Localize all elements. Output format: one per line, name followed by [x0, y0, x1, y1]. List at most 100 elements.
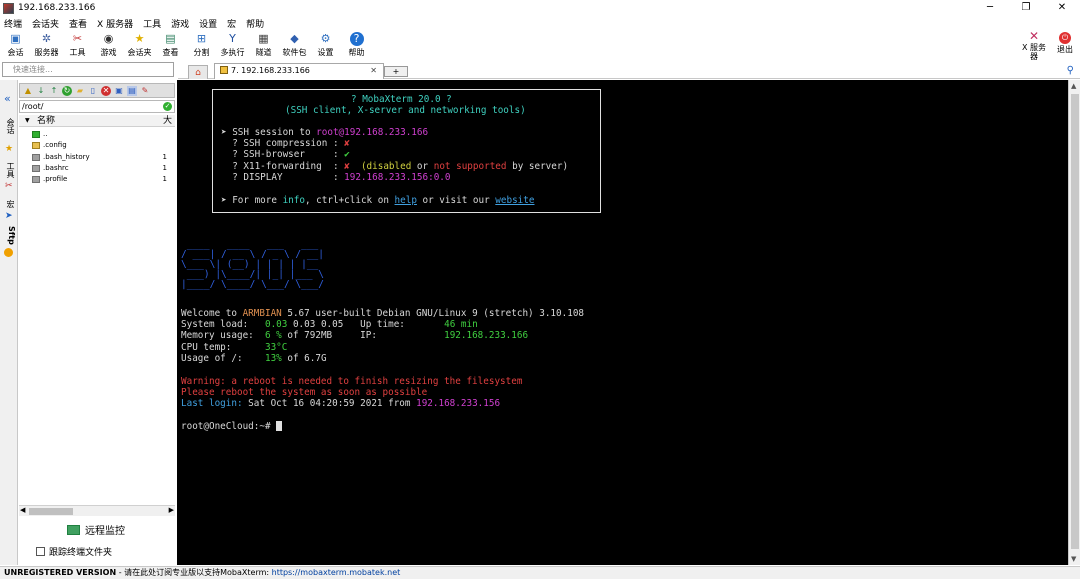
xserver-button[interactable]: ✕ X 服务 器	[1019, 29, 1049, 62]
toolbar: ▣ 会话 ✲ 服务器 ✂ 工具 ◉ 游戏 ★ 会话夹 ▤ 查看 ⊞ 分割 Y 多执行 ▦ 隧道 ◆…	[0, 29, 1080, 62]
menu-xserver[interactable]: X 服务器	[97, 17, 133, 30]
subscribe-link[interactable]: https://mobaxterm.mobatek.net	[272, 568, 401, 577]
tunnel-icon: ▦	[258, 32, 269, 45]
quick-connect-input[interactable]: 快速连接...	[2, 62, 174, 77]
file-icon	[32, 176, 40, 183]
sidebar-tab-macros[interactable]: 宏	[2, 200, 16, 208]
sftp-delete-icon[interactable]: ✕	[101, 85, 111, 96]
sidebar-tools-icon: ✂	[5, 181, 13, 191]
exit-button[interactable]: ⏻ 退出	[1052, 30, 1078, 54]
prompt-line[interactable]: root@OneCloud:~#	[181, 421, 283, 432]
menu-bar: 终端 会话夹 查看 X 服务器 工具 游戏 设置 宏 帮助	[0, 16, 1080, 30]
follow-terminal-folder-checkbox[interactable]: 跟踪终端文件夹	[36, 545, 112, 558]
sftp-column-header: ▼ 名称 大	[19, 115, 175, 127]
session-button[interactable]: ▣ 会话	[0, 30, 31, 60]
sftp-new-file-icon[interactable]: ▯	[88, 86, 98, 96]
sidebar-tab-tools[interactable]: 工具	[2, 162, 16, 178]
sftp-properties-icon[interactable]: ▣	[114, 86, 124, 96]
sftp-path-input[interactable]: /root/ ✓	[19, 100, 175, 113]
column-name[interactable]: 名称	[37, 115, 55, 127]
split-icon: ⊞	[196, 32, 207, 45]
terminal-output[interactable]: ? MobaXterm 20.0 ? (SSH client, X-server…	[177, 80, 1068, 565]
xserver-icon: ✕	[1028, 29, 1040, 43]
menu-tools[interactable]: 工具	[143, 17, 161, 30]
ascii-logo: ____ ____ ___ ___ / ___| / __ \ / _ \ / …	[181, 239, 324, 290]
servers-button[interactable]: ✲ 服务器	[31, 30, 62, 60]
attach-icon[interactable]: ⚲	[1067, 65, 1074, 76]
scroll-left-icon[interactable]: ◀	[20, 506, 25, 514]
scroll-down-icon[interactable]: ▼	[1071, 555, 1076, 563]
new-tab-button[interactable]: +	[384, 66, 408, 77]
help-link[interactable]: help	[395, 195, 417, 206]
games-button[interactable]: ◉ 游戏	[93, 30, 124, 60]
minimize-button[interactable]: ─	[972, 0, 1008, 16]
window-title: 192.168.233.166	[18, 3, 96, 13]
tunnel-button[interactable]: ▦ 隧道	[248, 30, 279, 60]
sftp-view-icon[interactable]: ▤	[127, 85, 137, 96]
tab-strip: ⌂ 7. 192.168.233.166 ✕ + ⚲	[178, 62, 1080, 79]
settings-button[interactable]: ⚙ 设置	[310, 30, 341, 60]
scroll-up-icon[interactable]: ▲	[1071, 82, 1076, 90]
maximize-button[interactable]: ❐	[1008, 0, 1044, 16]
packages-button[interactable]: ◆ 软件包	[279, 30, 310, 60]
parent-folder-icon	[32, 131, 40, 138]
scrollbar-thumb[interactable]	[29, 508, 73, 515]
sftp-download-icon[interactable]: ↓	[36, 86, 46, 96]
terminal-cursor	[276, 421, 283, 431]
sftp-up-folder-icon[interactable]: ▲	[23, 86, 33, 96]
terminal-scrollbar-thumb[interactable]	[1071, 94, 1079, 549]
sftp-upload-icon[interactable]: ↑	[49, 86, 59, 96]
close-window-button[interactable]: ✕	[1044, 0, 1080, 16]
checkbox[interactable]	[36, 547, 45, 556]
sftp-new-folder-icon[interactable]: ▰	[75, 86, 85, 96]
banner-title: ? MobaXterm 20.0 ?	[351, 94, 452, 105]
help-button[interactable]: ? 帮助	[341, 30, 372, 60]
session-tab[interactable]: 7. 192.168.233.166 ✕	[214, 63, 384, 79]
home-tab[interactable]: ⌂	[188, 65, 208, 79]
list-item[interactable]: ..	[19, 129, 175, 140]
menu-terminal[interactable]: 终端	[4, 17, 22, 30]
help-icon: ?	[349, 32, 364, 46]
sidebar-tab-sessions[interactable]: 会话	[2, 118, 16, 134]
menu-macros[interactable]: 宏	[227, 17, 236, 30]
system-load-line: System load: 0.03 0.03 0.05 Up time: 46 …	[181, 319, 478, 330]
terminal-scrollbar[interactable]: ▲ ▼	[1068, 80, 1080, 565]
sftp-settings-icon[interactable]: ✎	[140, 86, 150, 96]
mobaxterm-banner: ? MobaXterm 20.0 ? (SSH client, X-server…	[212, 89, 601, 213]
path-ok-icon[interactable]: ✓	[163, 102, 172, 111]
list-item[interactable]: .profile 1	[19, 174, 175, 185]
banner-session-line: ➤ SSH session to root@192.168.233.166	[221, 127, 429, 138]
session-tab-label: 7. 192.168.233.166	[231, 66, 310, 75]
view-button[interactable]: ▤ 查看	[155, 30, 186, 60]
menu-settings[interactable]: 设置	[199, 17, 217, 30]
sftp-toolbar: ▲ ↓ ↑ ↻ ▰ ▯ ✕ ▣ ▤ ✎	[19, 83, 175, 98]
session-icon: ▣	[10, 32, 21, 45]
multiexec-button[interactable]: Y 多执行	[217, 30, 248, 60]
menu-games[interactable]: 游戏	[171, 17, 189, 30]
window-controls: ─ ❐ ✕	[972, 0, 1080, 16]
list-item[interactable]: .bash_history 1	[19, 152, 175, 163]
folder-icon	[32, 142, 40, 149]
sftp-panel: ▲ ↓ ↑ ↻ ▰ ▯ ✕ ▣ ▤ ✎ /root/ ✓ ▼ 名称 大 .. .…	[19, 80, 175, 565]
sftp-refresh-icon[interactable]: ↻	[62, 85, 72, 96]
banner-more-line: ➤ For more info, ctrl+click on help or v…	[221, 195, 535, 206]
split-button[interactable]: ⊞ 分割	[186, 30, 217, 60]
sessions-folder-button[interactable]: ★ 会话夹	[124, 30, 155, 60]
sftp-horizontal-scrollbar[interactable]: ◀ ▶	[19, 505, 175, 516]
tools-button[interactable]: ✂ 工具	[62, 30, 93, 60]
website-link[interactable]: website	[495, 195, 534, 206]
list-item[interactable]: .bashrc 1	[19, 163, 175, 174]
collapse-sidebar-icon[interactable]: «	[4, 92, 11, 105]
menu-help[interactable]: 帮助	[246, 17, 264, 30]
remote-monitoring-button[interactable]: 远程监控	[67, 522, 125, 537]
close-tab-button[interactable]: ✕	[370, 64, 377, 78]
scroll-right-icon[interactable]: ▶	[169, 506, 174, 514]
packages-icon: ◆	[290, 32, 299, 45]
memory-usage-line: Memory usage: 6 % of 792MB IP: 192.168.2…	[181, 330, 529, 341]
menu-view[interactable]: 查看	[69, 17, 87, 30]
column-size[interactable]: 大	[163, 115, 172, 127]
menu-sessions[interactable]: 会话夹	[32, 17, 59, 30]
sidebar-tab-sftp[interactable]: Sftp	[2, 226, 16, 245]
monitor-icon	[67, 524, 80, 535]
list-item[interactable]: .config	[19, 140, 175, 151]
